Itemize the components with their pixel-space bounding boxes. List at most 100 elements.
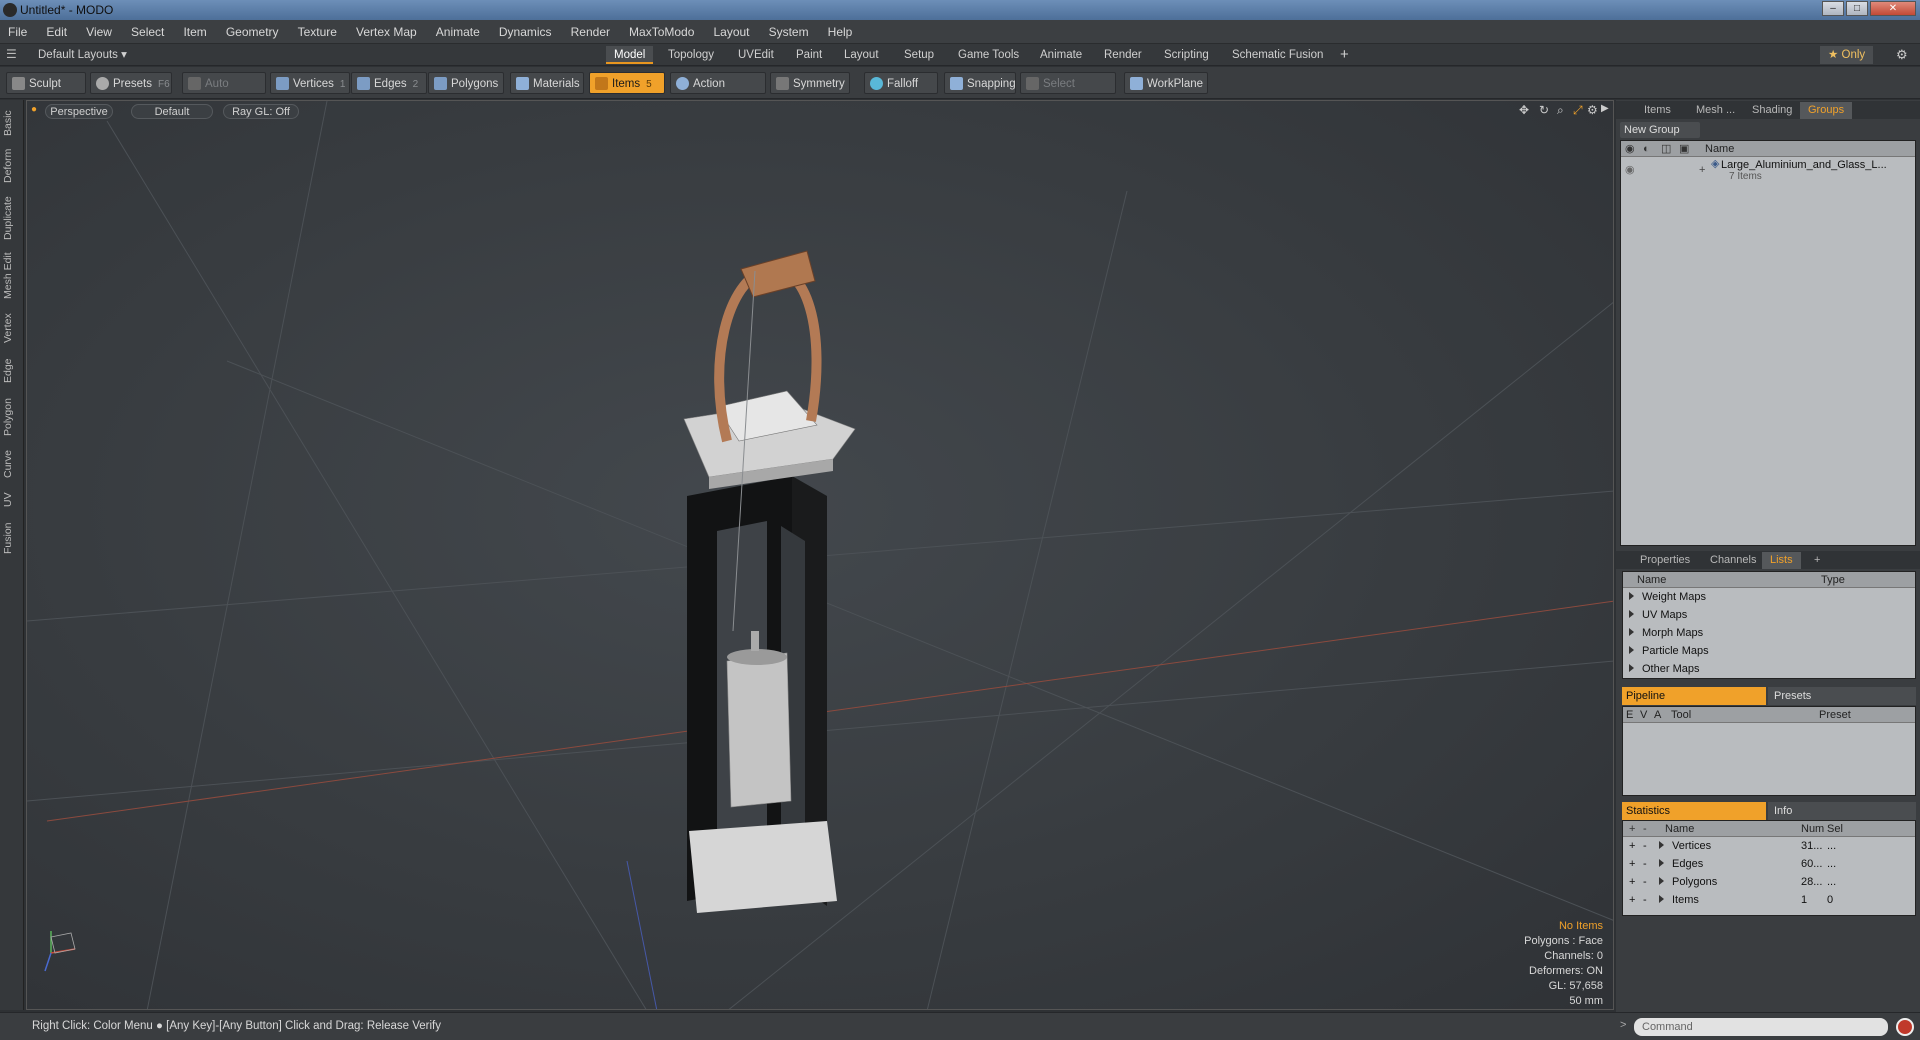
- sculpt-button[interactable]: Sculpt: [6, 72, 86, 94]
- tab-mesh[interactable]: Mesh ...: [1688, 102, 1743, 119]
- table-row[interactable]: + - Items 1 0: [1623, 891, 1915, 909]
- tab-properties[interactable]: Properties: [1632, 552, 1698, 569]
- menu-select[interactable]: Select: [123, 20, 172, 44]
- list-item[interactable]: UV Maps: [1623, 606, 1687, 624]
- add-panel-tab-button[interactable]: +: [1806, 552, 1828, 569]
- tab-topology[interactable]: Topology: [660, 46, 722, 64]
- pipeline-col-a: A: [1654, 709, 1662, 721]
- expand-group-icon[interactable]: +: [1699, 161, 1705, 179]
- zoom-icon[interactable]: ⌕: [1557, 103, 1564, 118]
- collapse-all-icon[interactable]: -: [1643, 821, 1647, 837]
- symmetry-button[interactable]: Symmetry: [770, 72, 850, 94]
- menu-file[interactable]: File: [0, 20, 35, 44]
- items-button[interactable]: Items 5: [589, 72, 665, 94]
- action-center-button[interactable]: Action Center: [670, 72, 766, 112]
- menu-item[interactable]: Item: [175, 20, 214, 44]
- auto-select-button[interactable]: Auto Select: [182, 72, 266, 112]
- tab-paint[interactable]: Paint: [788, 46, 830, 64]
- table-row[interactable]: + - Vertices 31... ...: [1623, 837, 1915, 855]
- side-tab-deform[interactable]: Deform: [2, 146, 22, 186]
- visibility-eye-icon[interactable]: ◉: [1625, 161, 1635, 179]
- view-mode-dropdown[interactable]: Perspective: [45, 104, 113, 119]
- menu-system[interactable]: System: [761, 20, 817, 44]
- pan-icon[interactable]: ✥: [1519, 103, 1529, 117]
- list-item[interactable]: Particle Maps: [1623, 642, 1709, 660]
- workplane-button[interactable]: WorkPlane: [1124, 72, 1208, 94]
- default-layouts-dropdown[interactable]: Default Layouts ▾: [30, 46, 135, 64]
- 3d-viewport[interactable]: ● Perspective Default Ray GL: Off ✥ ↻ ⌕ …: [26, 100, 1614, 1010]
- menu-render[interactable]: Render: [563, 20, 618, 44]
- snapping-button[interactable]: Snapping: [944, 72, 1016, 94]
- tab-setup[interactable]: Setup: [896, 46, 942, 64]
- rotate-icon[interactable]: ↻: [1539, 103, 1549, 117]
- tab-presets[interactable]: Presets: [1768, 687, 1916, 705]
- tab-schematic-fusion[interactable]: Schematic Fusion: [1224, 46, 1331, 64]
- side-tab-fusion[interactable]: Fusion: [2, 518, 22, 558]
- gear-icon[interactable]: ⚙: [1896, 47, 1908, 63]
- list-item[interactable]: Weight Maps: [1623, 588, 1706, 606]
- tab-uvedit[interactable]: UVEdit: [730, 46, 782, 64]
- menu-help[interactable]: Help: [820, 20, 861, 44]
- table-row[interactable]: + - Edges 60... ...: [1623, 855, 1915, 873]
- table-row[interactable]: + - Polygons 28... ...: [1623, 873, 1915, 891]
- falloff-button[interactable]: Falloff: [864, 72, 938, 94]
- snapping-icon: [950, 77, 963, 90]
- polygons-button[interactable]: Polygons: [428, 72, 504, 94]
- add-tab-button[interactable]: +: [1332, 46, 1357, 64]
- tab-info[interactable]: Info: [1768, 802, 1916, 820]
- maximize-viewport-icon[interactable]: ⤢: [1573, 103, 1583, 118]
- menu-maxtomodo[interactable]: MaxToModo: [621, 20, 702, 44]
- menu-animate[interactable]: Animate: [428, 20, 488, 44]
- tab-shading[interactable]: Shading: [1744, 102, 1800, 119]
- close-button[interactable]: ✕: [1870, 1, 1916, 16]
- record-icon[interactable]: [1896, 1018, 1914, 1036]
- side-tab-uv[interactable]: UV: [2, 488, 22, 512]
- menu-edit[interactable]: Edit: [38, 20, 75, 44]
- side-tab-edge[interactable]: Edge: [2, 354, 22, 388]
- raygl-toggle[interactable]: Ray GL: Off: [223, 104, 299, 119]
- shading-mode-dropdown[interactable]: Default: [131, 104, 213, 119]
- viewport-menu-arrow-icon[interactable]: ▶: [1601, 103, 1609, 114]
- menu-geometry[interactable]: Geometry: [218, 20, 287, 44]
- only-toggle[interactable]: ★ Only: [1820, 46, 1874, 64]
- menu-layout[interactable]: Layout: [705, 20, 757, 44]
- tab-scripting[interactable]: Scripting: [1156, 46, 1217, 64]
- tab-channels[interactable]: Channels: [1702, 552, 1764, 569]
- layout-menu-icon[interactable]: ☰: [6, 47, 17, 61]
- menu-view[interactable]: View: [78, 20, 120, 44]
- side-tab-mesh-edit[interactable]: Mesh Edit: [2, 250, 22, 302]
- tab-render[interactable]: Render: [1096, 46, 1150, 64]
- menu-texture[interactable]: Texture: [290, 20, 345, 44]
- side-tab-curve[interactable]: Curve: [2, 446, 22, 482]
- tab-items[interactable]: Items: [1636, 102, 1679, 119]
- edges-button[interactable]: Edges 2: [351, 72, 427, 94]
- tab-model[interactable]: Model: [606, 46, 654, 64]
- side-tab-duplicate[interactable]: Duplicate: [2, 192, 22, 244]
- tab-pipeline[interactable]: Pipeline: [1622, 687, 1766, 705]
- list-item[interactable]: Morph Maps: [1623, 624, 1703, 642]
- materials-button[interactable]: Materials: [510, 72, 584, 94]
- command-input[interactable]: Command: [1634, 1018, 1888, 1036]
- tab-statistics[interactable]: Statistics: [1622, 802, 1766, 820]
- vertices-button[interactable]: Vertices 1: [270, 72, 350, 94]
- viewport-settings-icon[interactable]: ⚙: [1587, 103, 1598, 117]
- falloff-icon: [870, 77, 883, 90]
- tab-layout[interactable]: Layout: [836, 46, 887, 64]
- side-tab-polygon[interactable]: Polygon: [2, 394, 22, 440]
- side-tab-vertex[interactable]: Vertex: [2, 308, 22, 348]
- side-tab-basic[interactable]: Basic: [2, 106, 22, 140]
- new-group-button[interactable]: New Group: [1620, 122, 1700, 138]
- menu-dynamics[interactable]: Dynamics: [491, 20, 560, 44]
- minimize-button[interactable]: –: [1822, 1, 1844, 16]
- expand-all-icon[interactable]: +: [1629, 821, 1635, 837]
- tab-animate[interactable]: Animate: [1032, 46, 1090, 64]
- menu-vertex-map[interactable]: Vertex Map: [348, 20, 425, 44]
- maximize-button[interactable]: □: [1846, 1, 1868, 16]
- group-row[interactable]: ◉ + ◈ Large_Aluminium_and_Glass_L... 7 I…: [1621, 158, 1915, 189]
- tab-lists[interactable]: Lists: [1762, 552, 1801, 569]
- tab-game-tools[interactable]: Game Tools: [950, 46, 1027, 64]
- list-item[interactable]: Other Maps: [1623, 660, 1699, 678]
- select-through-button[interactable]: Select Through: [1020, 72, 1116, 112]
- tab-groups[interactable]: Groups: [1800, 102, 1853, 119]
- presets-button[interactable]: Presets F6: [90, 72, 172, 94]
